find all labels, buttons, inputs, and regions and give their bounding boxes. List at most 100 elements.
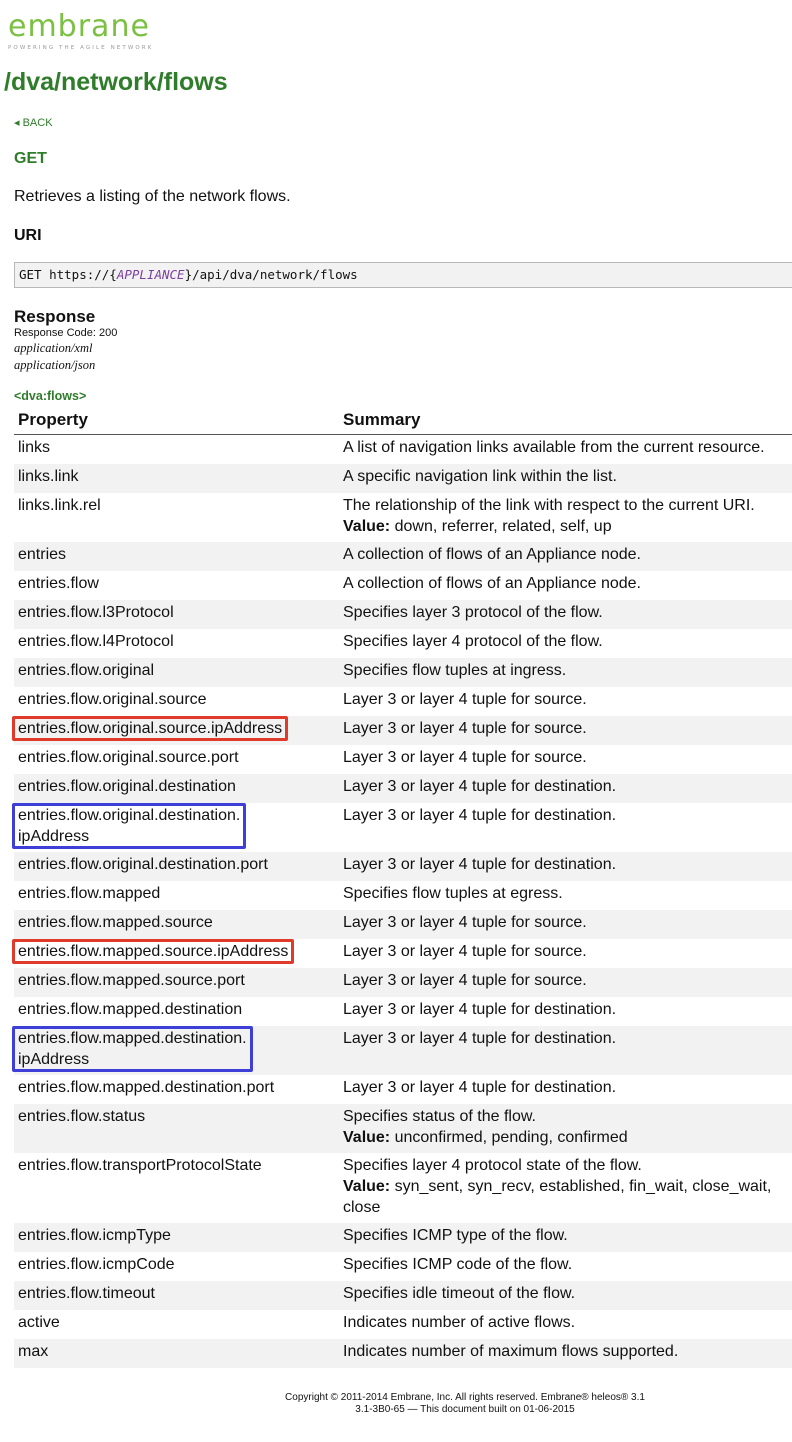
endpoint-description: Retrieves a listing of the network flows… xyxy=(14,188,291,205)
property-cell: entries.flow.original.source.ipAddress xyxy=(14,715,339,745)
property-name: links xyxy=(18,439,51,456)
table-row: entries.flow.mapped.source.ipAddress Laye… xyxy=(14,939,792,968)
summary-cell: Layer 3 or layer 4 tuple for destination… xyxy=(339,997,792,1026)
table-row: entries.flow.icmpType Specifies ICMP type… xyxy=(14,1222,792,1252)
property-cell: active xyxy=(14,1310,339,1339)
table-row: links.link.rel The relationship of the li… xyxy=(14,493,792,542)
summary-text: Layer 3 or layer 4 tuple for source. xyxy=(343,942,587,960)
property-cell: entries.flow.icmpType xyxy=(14,1222,339,1252)
table-row: entries.flow.l4Protocol Specifies layer 4… xyxy=(14,629,792,658)
table-row: entries.flow.original.destination.port La… xyxy=(14,851,792,881)
summary-text: Specifies status of the flow. xyxy=(343,1107,536,1125)
property-name: entries.flow.original xyxy=(18,661,155,679)
property-cell: entries.flow.original.source xyxy=(14,687,339,716)
summary-text: A list of navigation links available fro… xyxy=(343,439,765,456)
back-link[interactable]: ◂ BACK xyxy=(14,116,53,129)
summary-cell: A list of navigation links available fro… xyxy=(339,435,792,464)
table-row: entries.flow.icmpCode Specifies ICMP code… xyxy=(14,1252,792,1281)
page-title: /dva/network/flows xyxy=(4,68,228,96)
property-name: active xyxy=(18,1313,60,1331)
summary-cell: Layer 3 or layer 4 tuple for destination… xyxy=(339,803,792,852)
table-row: entries.flow A collection of flows of an … xyxy=(14,571,792,600)
http-method-heading: GET xyxy=(14,150,47,167)
logo-wordmark: embrane xyxy=(8,9,150,44)
summary-text: Specifies ICMP code of the flow. xyxy=(343,1255,573,1273)
logo-tagline: POWERING THE AGILE NETWORK xyxy=(8,45,154,51)
property-cell: entries.flow.original.destination xyxy=(14,773,339,803)
property-name: entries.flow xyxy=(18,574,99,592)
property-cell: entries.flow.status xyxy=(14,1103,339,1153)
property-name: entries.flow.mapped.destination. ipAddre… xyxy=(18,1029,247,1068)
summary-text: Specifies ICMP type of the flow. xyxy=(343,1226,568,1244)
table-row: entries.flow.mapped.destination Layer 3 o… xyxy=(14,997,792,1026)
property-name: entries.flow.l4Protocol xyxy=(18,632,174,650)
summary-cell: A collection of flows of an Appliance no… xyxy=(339,571,792,600)
property-cell: entries.flow.mapped.source.port xyxy=(14,967,339,997)
summary-text: The relationship of the link with respec… xyxy=(343,496,755,514)
embrane-logo: embrane POWERING THE AGILE NETWORK xyxy=(8,12,178,56)
summary-cell: Specifies layer 4 protocol of the flow. xyxy=(339,629,792,658)
summary-cell: Layer 3 or layer 4 tuple for destination… xyxy=(339,1075,792,1104)
table-row: entries.flow.original.source.ipAddress La… xyxy=(14,715,792,745)
summary-cell: Specifies idle timeout of the flow. xyxy=(339,1280,792,1310)
table-row: entries.flow.mapped.destination. ipAddre… xyxy=(14,1025,792,1075)
summary-cell: Specifies flow tuples at ingress. xyxy=(339,657,792,687)
property-cell: entries.flow.icmpCode xyxy=(14,1252,339,1281)
table-row: entries.flow.mapped Specifies flow tuples… xyxy=(14,881,792,910)
table-row: entries.flow.original.destination Layer 3… xyxy=(14,773,792,803)
summary-cell: A specific navigation link within the li… xyxy=(339,463,792,493)
uri-prefix: GET https://{ xyxy=(19,267,117,282)
table-row: entries.flow.status Specifies status of t… xyxy=(14,1103,792,1153)
value-list: syn_sent, syn_recv, established, fin_wai… xyxy=(343,1177,772,1216)
response-heading: Response xyxy=(14,307,96,326)
property-cell: entries.flow.mapped.destination. ipAddre… xyxy=(14,1025,339,1075)
summary-text: Layer 3 or layer 4 tuple for source. xyxy=(343,690,587,708)
summary-text: Specifies layer 4 protocol state of the … xyxy=(343,1156,642,1174)
property-name: entries xyxy=(18,545,67,563)
property-name: entries.flow.original.destination xyxy=(18,777,236,795)
summary-cell: Specifies ICMP type of the flow. xyxy=(339,1222,792,1252)
summary-text: Specifies layer 3 protocol of the flow. xyxy=(343,603,603,621)
property-cell: entries.flow.mapped.destination xyxy=(14,997,339,1026)
table-header-row: Property Summary xyxy=(14,405,792,435)
summary-cell: Layer 3 or layer 4 tuple for destination… xyxy=(339,773,792,803)
allowed-values: Value: down, referrer, related, self, up xyxy=(343,516,792,537)
table-row: active Indicates number of active flows. xyxy=(14,1310,792,1339)
summary-text: Layer 3 or layer 4 tuple for destination… xyxy=(343,1078,617,1096)
summary-cell: A collection of flows of an Appliance no… xyxy=(339,541,792,571)
property-name: entries.flow.mapped.source.ipAddress xyxy=(18,942,289,960)
summary-cell: Layer 3 or layer 4 tuple for source. xyxy=(339,939,792,968)
property-cell: entries.flow.mapped.source.ipAddress xyxy=(14,939,339,968)
summary-text: Layer 3 or layer 4 tuple for destination… xyxy=(343,1029,617,1047)
property-cell: entries xyxy=(14,541,339,571)
summary-column-header: Summary xyxy=(339,405,792,435)
uri-variable: APPLIANCE xyxy=(116,267,185,282)
summary-text: A collection of flows of an Appliance no… xyxy=(343,574,641,592)
uri-suffix: }/api/dva/network/flows xyxy=(184,267,358,282)
summary-text: Layer 3 or layer 4 tuple for destination… xyxy=(343,855,617,873)
property-cell: entries.flow.original xyxy=(14,657,339,687)
value-label: Value: xyxy=(343,1177,391,1195)
property-cell: entries.flow.transportProtocolState xyxy=(14,1153,339,1223)
property-name: entries.flow.mapped.source.port xyxy=(18,971,245,989)
table-row: max Indicates number of maximum flows sup… xyxy=(14,1338,792,1368)
table-row: entries A collection of flows of an Appli… xyxy=(14,541,792,571)
value-label: Value: xyxy=(343,517,391,535)
table-row: entries.flow.transportProtocolState Speci… xyxy=(14,1153,792,1223)
summary-text: Layer 3 or layer 4 tuple for source. xyxy=(343,913,587,931)
property-cell: entries.flow.l4Protocol xyxy=(14,629,339,658)
summary-cell: Layer 3 or layer 4 tuple for source. xyxy=(339,909,792,939)
element-tag: <dva:flows> xyxy=(14,389,87,403)
footer: Copyright © 2011-2014 Embrane, Inc. All … xyxy=(0,1392,792,1416)
summary-cell: Specifies layer 4 protocol state of the … xyxy=(339,1153,792,1223)
build-info: 3.1-3B0-65 — This document built on 01-0… xyxy=(355,1404,575,1415)
property-name: entries.flow.icmpCode xyxy=(18,1255,175,1273)
summary-cell: Layer 3 or layer 4 tuple for destination… xyxy=(339,1025,792,1075)
property-name: entries.flow.l3Protocol xyxy=(18,603,174,621)
property-name: entries.flow.mapped.destination xyxy=(18,1000,243,1018)
property-name: entries.flow.mapped.source xyxy=(18,913,213,931)
property-name: entries.flow.original.source.ipAddress xyxy=(18,719,283,737)
summary-cell: Layer 3 or layer 4 tuple for source. xyxy=(339,687,792,716)
summary-text: Layer 3 or layer 4 tuple for source. xyxy=(343,748,587,766)
table-row: entries.flow.mapped.destination.port Laye… xyxy=(14,1075,792,1104)
